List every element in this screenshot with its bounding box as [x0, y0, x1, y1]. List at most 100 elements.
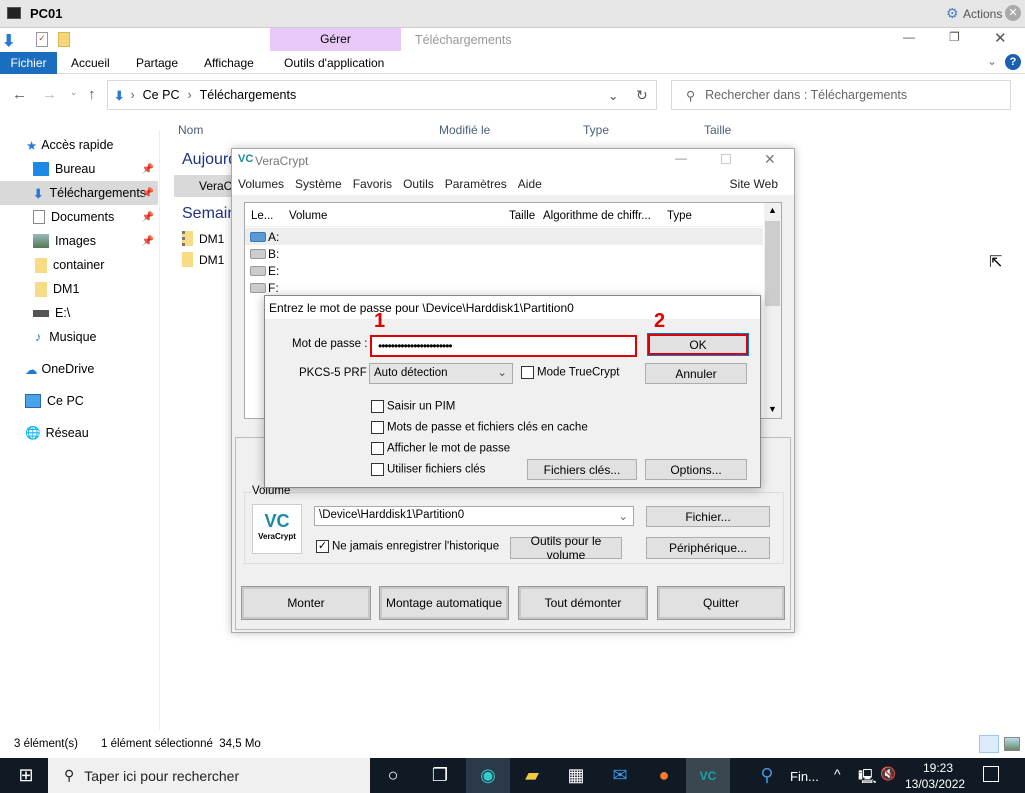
menu-aide[interactable]: Aide	[518, 177, 542, 191]
breadcrumb-downloads[interactable]: Téléchargements	[200, 88, 297, 102]
menu-site-web[interactable]: Site Web	[730, 177, 778, 191]
checkbox[interactable]	[371, 442, 384, 455]
column-size[interactable]: Taille	[704, 123, 731, 137]
address-bar[interactable]: ⬇ › Ce PC › Téléchargements ⌄ ↻	[107, 80, 657, 110]
never-save-history-checkbox[interactable]: ✓ Ne jamais enregistrer l'historique	[316, 540, 499, 553]
sidebar-item-e-drive[interactable]: E:\	[0, 301, 158, 325]
drive-row-e[interactable]: E:	[245, 262, 763, 279]
sidebar-item-documents[interactable]: Documents 📌	[0, 205, 158, 229]
cortana-icon[interactable]: ○	[371, 758, 415, 793]
sidebar-item-container[interactable]: container	[0, 253, 158, 277]
column-modified[interactable]: Modifié le	[439, 123, 490, 137]
ok-button[interactable]: OK	[647, 333, 749, 356]
mount-button[interactable]: Monter	[241, 586, 371, 620]
help-icon[interactable]: ?	[1005, 54, 1021, 70]
app-icon[interactable]: ⚲	[752, 758, 782, 793]
file-row-dm1-folder[interactable]: DM1	[182, 252, 224, 267]
forward-button[interactable]: →	[42, 86, 57, 103]
tab-outils-application[interactable]: Outils d'application	[284, 56, 384, 70]
dismount-all-button[interactable]: Tout démonter	[518, 586, 648, 620]
file-row-dm1-zip[interactable]: DM1	[182, 231, 224, 246]
taskbar-search[interactable]: ⚲ Taper ici pour rechercher	[48, 758, 370, 793]
breadcrumb-ce-pc[interactable]: Ce PC	[143, 88, 180, 102]
properties-icon[interactable]: ✓	[36, 32, 48, 47]
clock-time[interactable]: 19:23	[923, 761, 953, 775]
mail-icon[interactable]: ✉	[598, 758, 642, 793]
column-name[interactable]: Nom	[178, 123, 203, 137]
volume-path-combo[interactable]: \Device\Harddisk1\Partition0 ⌄	[314, 506, 634, 526]
sidebar-item-dm1[interactable]: DM1	[0, 277, 158, 301]
large-icons-view-button[interactable]	[1004, 737, 1020, 751]
firefox-icon[interactable]: ●	[642, 758, 686, 793]
drive-row-f[interactable]: F:	[245, 279, 763, 296]
address-dropdown[interactable]: ⌄	[608, 88, 618, 103]
close-button[interactable]: ✕	[764, 151, 776, 168]
column-volume[interactable]: Volume	[289, 210, 327, 222]
file-explorer-icon[interactable]: ▰	[510, 758, 554, 793]
checkbox[interactable]	[371, 421, 384, 434]
sidebar-item-this-pc[interactable]: Ce PC	[0, 389, 158, 413]
sidebar-item-network[interactable]: 🌐 Réseau	[0, 421, 158, 445]
checkbox[interactable]	[371, 400, 384, 413]
cache-checkbox[interactable]: Mots de passe et fichiers clés en cache	[371, 421, 588, 434]
automount-button[interactable]: Montage automatique	[379, 586, 509, 620]
clock-date[interactable]: 13/03/2022	[905, 777, 965, 791]
column-letter[interactable]: Le...	[251, 210, 273, 222]
scroll-up-icon[interactable]: ▲	[768, 205, 777, 215]
keyfiles-button[interactable]: Fichiers clés...	[527, 459, 637, 480]
sidebar-item-music[interactable]: ♪ Musique	[0, 325, 158, 349]
network-icon[interactable]: 🖳	[858, 766, 877, 790]
checkbox[interactable]	[371, 463, 384, 476]
close-button[interactable]: ✕	[994, 29, 1007, 47]
group-today[interactable]: Aujourd'hui	[182, 151, 232, 169]
sidebar-item-onedrive[interactable]: ☁ OneDrive	[0, 357, 158, 381]
group-week[interactable]: Semaine	[182, 205, 232, 223]
close-icon[interactable]: ✕	[1005, 5, 1021, 21]
sidebar-item-desktop[interactable]: Bureau 📌	[0, 157, 158, 181]
tab-accueil[interactable]: Accueil	[71, 56, 110, 70]
search-input[interactable]: ⚲ Rechercher dans : Téléchargements	[671, 80, 1011, 110]
show-hidden-icons[interactable]: ^	[834, 766, 841, 782]
drive-row-b[interactable]: B:	[245, 245, 763, 262]
back-button[interactable]: ←	[12, 86, 27, 103]
truecrypt-mode-checkbox[interactable]: Mode TrueCrypt	[521, 366, 619, 379]
sidebar-item-downloads[interactable]: ⬇ Téléchargements 📌	[0, 181, 158, 205]
file-row-veracrypt[interactable]: VeraCrypt	[174, 175, 231, 197]
checkbox-checked[interactable]: ✓	[316, 540, 329, 553]
prf-select[interactable]: Auto détection ⌄	[369, 363, 513, 384]
veracrypt-taskbar-icon[interactable]: VC	[686, 758, 730, 793]
device-button[interactable]: Périphérique...	[646, 537, 770, 559]
show-password-checkbox[interactable]: Afficher le mot de passe	[371, 442, 510, 455]
details-view-button[interactable]	[979, 735, 999, 753]
options-button[interactable]: Options...	[645, 459, 747, 480]
column-size[interactable]: Taille	[509, 210, 535, 222]
actions-button[interactable]: Actions	[963, 7, 1002, 21]
store-icon[interactable]: ▦	[554, 758, 598, 793]
volume-tools-button[interactable]: Outils pour le volume	[510, 534, 622, 562]
new-folder-icon[interactable]	[58, 32, 70, 47]
checkbox[interactable]	[521, 366, 534, 379]
refresh-button[interactable]: ↻	[636, 87, 648, 104]
menu-parametres[interactable]: Paramètres	[445, 177, 507, 191]
sidebar-item-images[interactable]: Images 📌	[0, 229, 158, 253]
restore-button[interactable]: ❐	[949, 30, 960, 44]
tab-fichier[interactable]: Fichier	[0, 52, 57, 74]
drive-row-a[interactable]: A:	[245, 228, 763, 245]
column-type[interactable]: Type	[667, 210, 692, 222]
windows-start-button[interactable]: ⊞	[4, 758, 48, 793]
tab-partage[interactable]: Partage	[136, 56, 178, 70]
password-input[interactable]: •••••••••••••••••••••••	[370, 335, 637, 357]
taskbar-app-label[interactable]: Fin...	[790, 769, 819, 784]
edge-icon[interactable]: ◉	[466, 758, 510, 793]
scroll-thumb[interactable]	[765, 221, 780, 306]
menu-outils[interactable]: Outils	[403, 177, 434, 191]
up-button[interactable]: ↑	[88, 86, 96, 103]
notifications-icon[interactable]	[983, 766, 999, 782]
menu-systeme[interactable]: Système	[295, 177, 342, 191]
list-scrollbar[interactable]: ▲ ▼	[764, 203, 781, 418]
sidebar-item-quick-access[interactable]: ★ Accès rapide	[26, 133, 184, 157]
tab-affichage[interactable]: Affichage	[204, 56, 254, 70]
use-keyfiles-checkbox[interactable]: Utiliser fichiers clés	[371, 463, 485, 476]
minimize-button[interactable]: —	[675, 151, 687, 165]
file-button[interactable]: Fichier...	[646, 506, 770, 527]
